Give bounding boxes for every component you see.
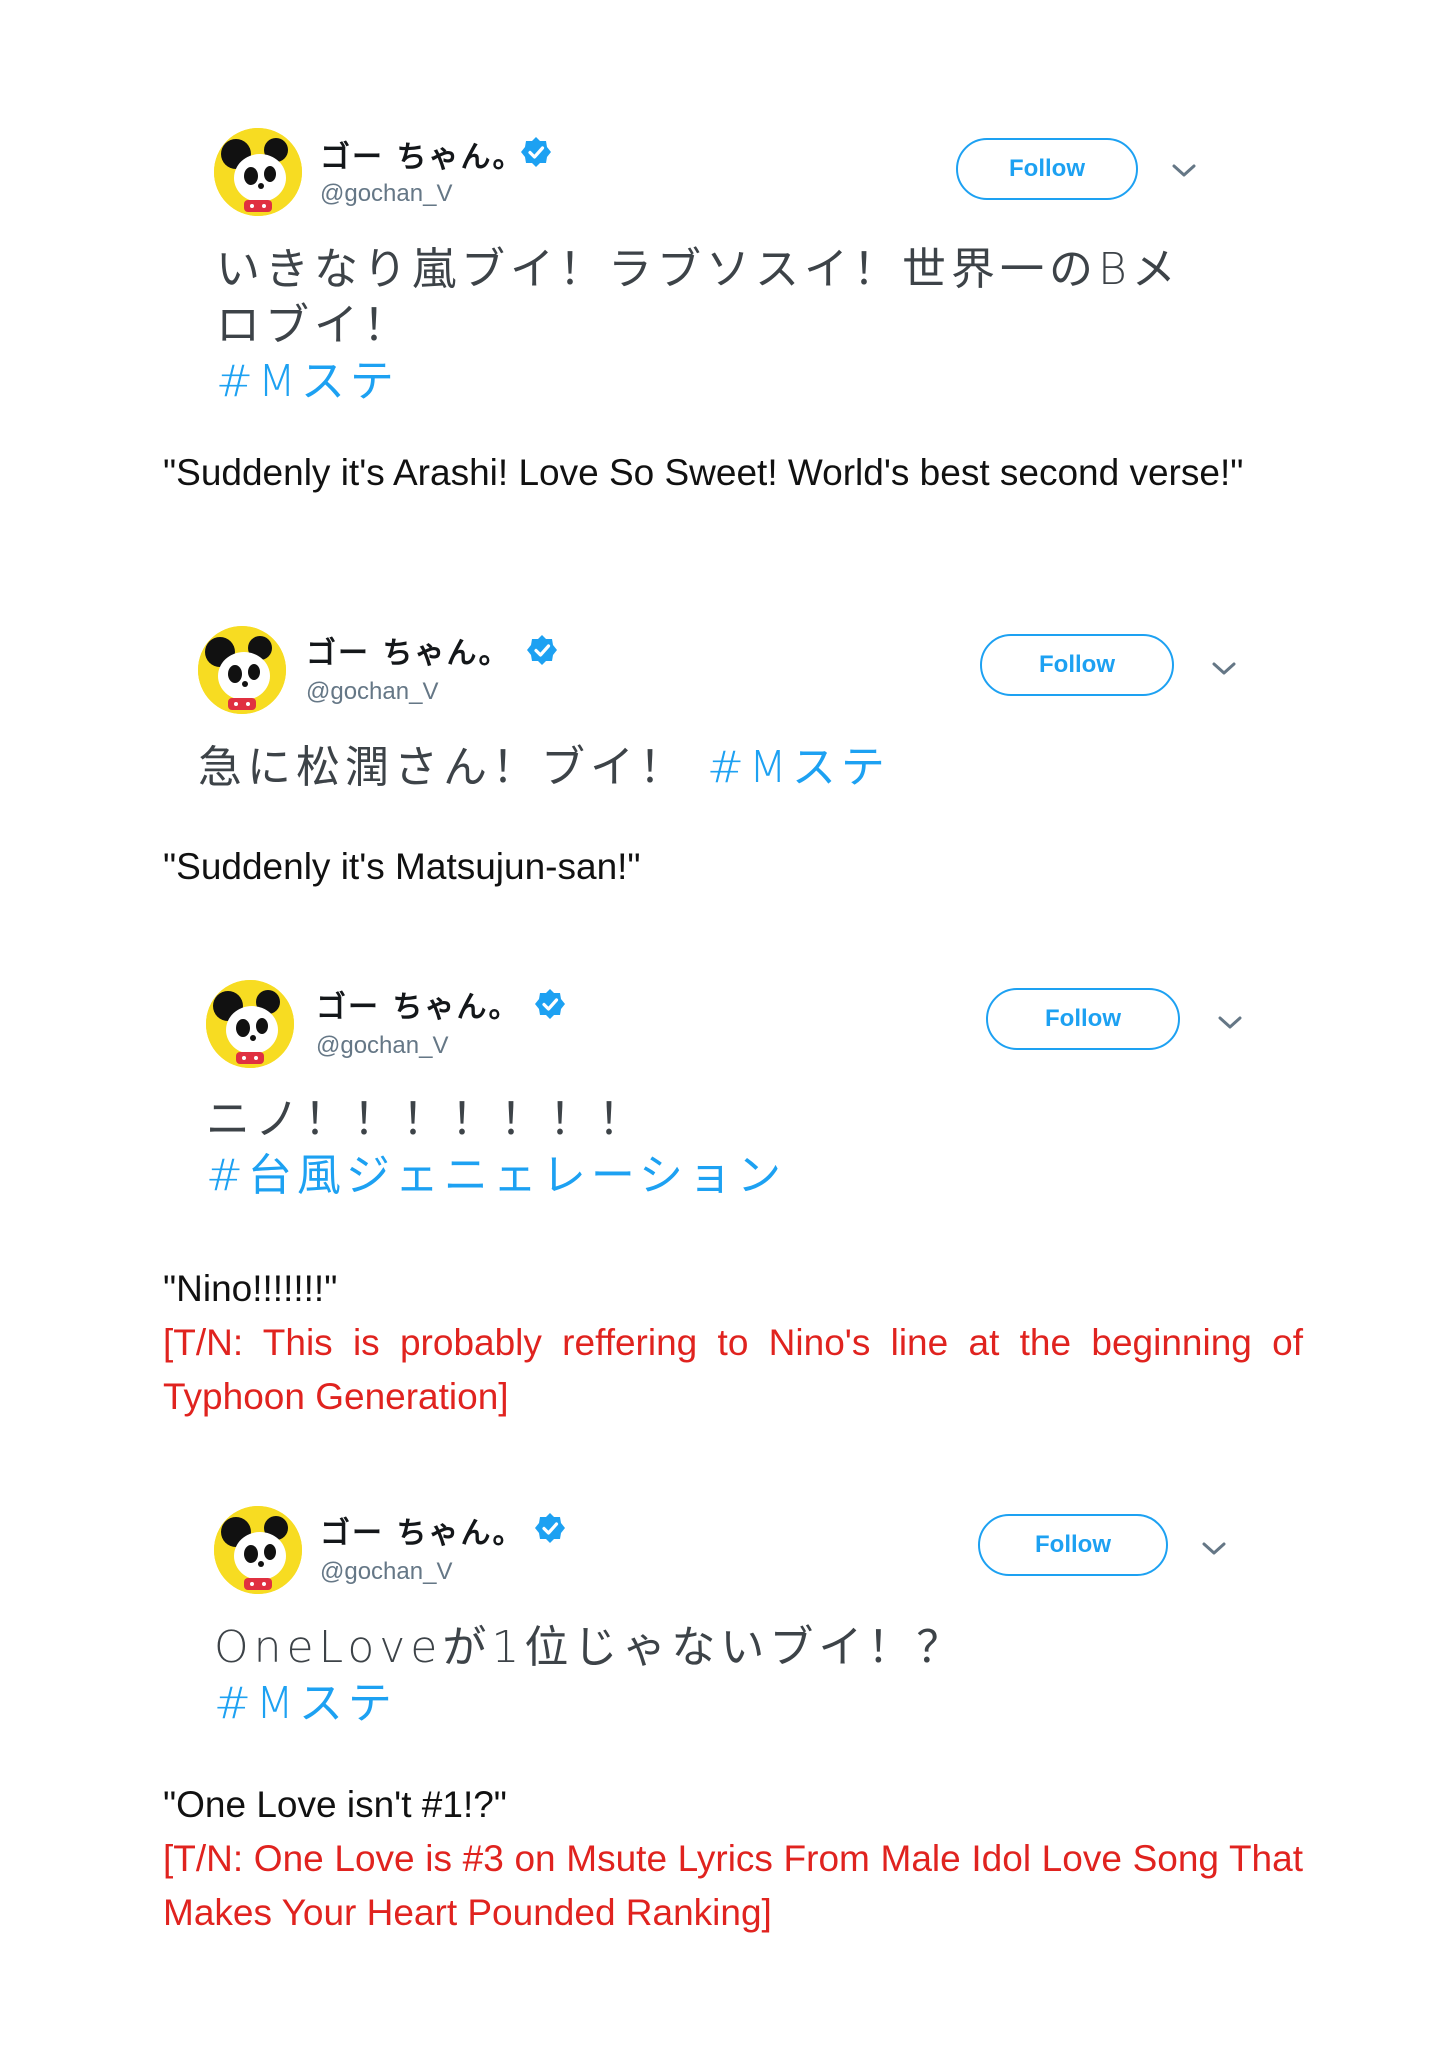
tweet-text: 急に松潤さん！ブイ！ #Mステ (198, 740, 890, 796)
panda-avatar-icon (214, 128, 302, 216)
follow-button[interactable]: Follow (986, 988, 1180, 1050)
avatar[interactable] (198, 626, 286, 714)
verified-badge-icon (534, 1512, 566, 1544)
verified-badge-icon (520, 136, 552, 168)
chevron-down-icon[interactable] (1200, 1540, 1228, 1558)
hashtag-link[interactable]: #Mステ (707, 742, 890, 793)
translation-caption: "Suddenly it's Arashi! Love So Sweet! Wo… (163, 446, 1303, 500)
verified-badge-icon (526, 634, 558, 666)
tweet-text-line: 急に松潤さん！ブイ！ (198, 742, 707, 793)
panda-avatar-icon (214, 1506, 302, 1594)
follow-button[interactable]: Follow (978, 1514, 1168, 1576)
avatar[interactable] (206, 980, 294, 1068)
handle[interactable]: @gochan_V (320, 1558, 452, 1586)
translation-text: "Suddenly it's Matsujun-san!" (163, 846, 641, 887)
tweet-text: いきなり嵐ブイ！ラブソスイ！世界一のBメ ロブイ！ #Mステ (216, 242, 1181, 410)
avatar[interactable] (214, 128, 302, 216)
handle[interactable]: @gochan_V (306, 678, 438, 706)
chevron-down-icon[interactable] (1216, 1014, 1244, 1032)
translation-caption: "Nino!!!!!!!" [T/N: This is probably ref… (163, 1262, 1303, 1424)
tweet-text-line: ロブイ！ (216, 300, 412, 351)
hashtag-link[interactable]: #Mステ (216, 354, 1181, 410)
display-name[interactable]: ゴー ちゃん。 (306, 628, 510, 672)
display-name[interactable]: ゴー ちゃん。 (316, 982, 520, 1026)
translation-text: "One Love isn't #1!?" (163, 1784, 507, 1825)
tweet-text-line: いきなり嵐ブイ！ラブソスイ！世界一のBメ (216, 244, 1181, 295)
panda-avatar-icon (198, 626, 286, 714)
tweet-text: ニノ！！！！！！！ #台風ジェニェレーション (206, 1092, 786, 1204)
hashtag-link[interactable]: #台風ジェニェレーション (206, 1148, 786, 1204)
translation-caption: "One Love isn't #1!?" [T/N: One Love is … (163, 1778, 1303, 1940)
translation-caption: "Suddenly it's Matsujun-san!" (163, 840, 1303, 894)
handle[interactable]: @gochan_V (316, 1032, 448, 1060)
tweet-text-line: ニノ！！！！！！！ (206, 1094, 647, 1145)
verified-badge-icon (534, 988, 566, 1020)
translation-text: "Nino!!!!!!!" (163, 1268, 338, 1309)
follow-button[interactable]: Follow (980, 634, 1174, 696)
tweet-text: OneLoveが1位じゃないブイ！？ #Mステ (214, 1620, 965, 1732)
translator-note: [T/N: This is probably reffering to Nino… (163, 1322, 1303, 1417)
avatar[interactable] (214, 1506, 302, 1594)
translation-text: "Suddenly it's Arashi! Love So Sweet! Wo… (163, 452, 1244, 493)
translator-note: [T/N: One Love is #3 on Msute Lyrics Fro… (163, 1838, 1303, 1933)
tweet-text-line: OneLoveが1位じゃないブイ！？ (214, 1622, 966, 1673)
chevron-down-icon[interactable] (1170, 162, 1198, 180)
display-name[interactable]: ゴー ちゃん。 (320, 132, 524, 176)
chevron-down-icon[interactable] (1210, 660, 1238, 678)
panda-avatar-icon (206, 980, 294, 1068)
follow-button[interactable]: Follow (956, 138, 1138, 200)
handle[interactable]: @gochan_V (320, 180, 452, 208)
display-name[interactable]: ゴー ちゃん。 (320, 1508, 524, 1552)
hashtag-link[interactable]: #Mステ (214, 1676, 965, 1732)
